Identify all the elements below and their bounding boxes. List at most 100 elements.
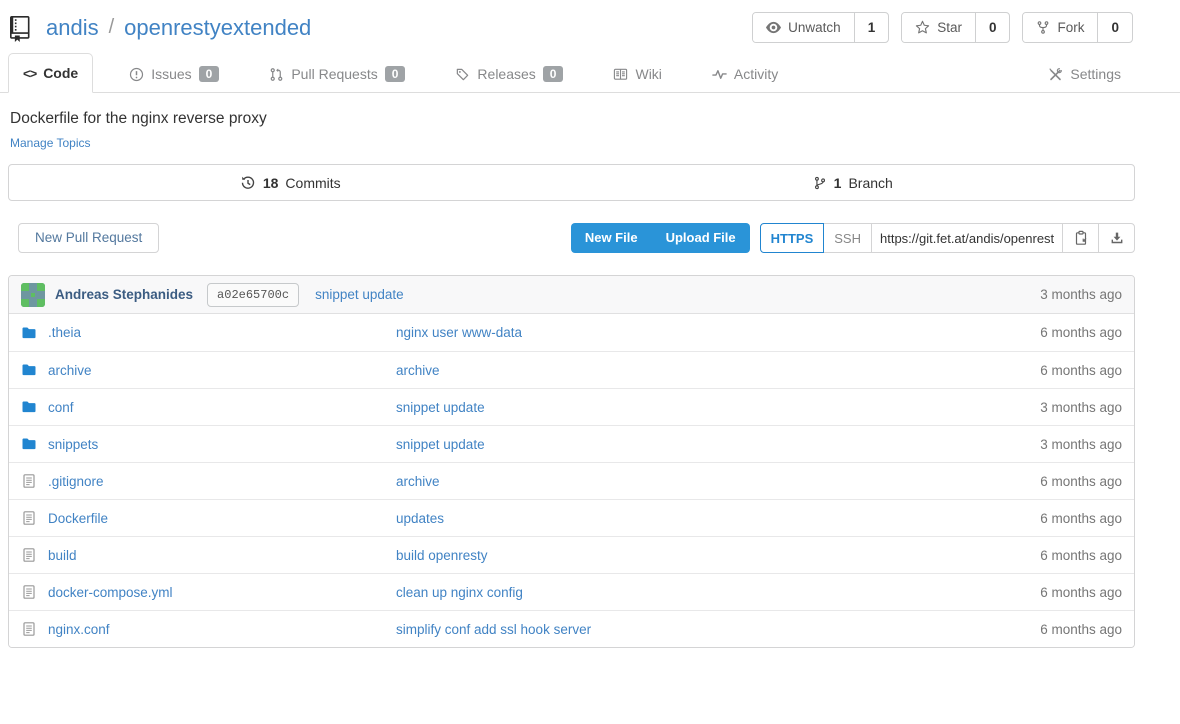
entry-age: 3 months ago [972,437,1122,452]
entry-name[interactable]: build [48,548,77,563]
file-icon [21,621,37,637]
commits-label: Commits [285,175,340,191]
entry-name[interactable]: docker-compose.yml [48,585,173,600]
unwatch-button[interactable]: Unwatch [753,13,854,42]
file-table-body: .theia nginx user www-data 6 months ago … [9,314,1134,647]
https-button[interactable]: HTTPS [760,223,825,253]
table-row: conf snippet update 3 months ago [9,388,1134,425]
tab-code-label: Code [43,65,78,81]
commit-message-link[interactable]: snippet update [315,287,404,302]
star-button[interactable]: Star [902,13,975,42]
entry-age: 3 months ago [972,400,1122,415]
repo-header: andis / openrestyextended Unwatch 1 Star… [8,0,1135,53]
tab-activity[interactable]: Activity [698,55,792,93]
settings-tools-icon [1048,67,1063,82]
entry-message[interactable]: archive [396,474,440,489]
file-icon [21,473,37,489]
repo-title: andis / openrestyextended [10,14,311,42]
forks-count[interactable]: 0 [1097,13,1132,42]
eye-icon [766,20,781,35]
commit-author-link[interactable]: Andreas Stephanides [55,287,193,302]
entry-message[interactable]: updates [396,511,444,526]
upload-file-button[interactable]: Upload File [652,223,750,253]
table-row: docker-compose.yml clean up nginx config… [9,573,1134,610]
entry-age: 6 months ago [972,511,1122,526]
entry-message[interactable]: archive [396,363,440,378]
tab-settings[interactable]: Settings [1034,55,1135,93]
owner-link[interactable]: andis [46,15,99,41]
tab-code[interactable]: <> Code [8,53,93,93]
tab-pull-requests[interactable]: Pull Requests 0 [255,55,419,93]
fork-label: Fork [1057,20,1084,35]
commit-sha-label[interactable]: a02e65700c [207,283,299,307]
file-table: Andreas Stephanides a02e65700c snippet u… [8,275,1135,648]
entry-name[interactable]: snippets [48,437,98,452]
entry-name[interactable]: .theia [48,325,81,340]
file-icon [21,584,37,600]
clone-url-input[interactable] [871,223,1063,253]
stars-count[interactable]: 0 [975,13,1010,42]
entry-message[interactable]: build openresty [396,548,488,563]
ssh-button[interactable]: SSH [823,223,872,253]
new-pull-request-button[interactable]: New Pull Request [18,223,159,253]
folder-icon [21,436,37,452]
entry-age: 6 months ago [972,474,1122,489]
table-row: build build openresty 6 months ago [9,536,1134,573]
copy-url-button[interactable] [1062,223,1099,253]
action-row: New Pull Request New File Upload File HT… [8,223,1135,253]
repo-icon [10,16,36,42]
file-buttons-group: New File Upload File [571,223,750,253]
entry-message[interactable]: clean up nginx config [396,585,523,600]
tab-releases[interactable]: Releases 0 [441,55,577,93]
avatar[interactable] [21,283,45,307]
table-row: archive archive 6 months ago [9,351,1134,388]
entry-message[interactable]: snippet update [396,400,485,415]
download-icon [1109,230,1125,246]
entry-age: 6 months ago [972,585,1122,600]
download-button[interactable] [1098,223,1135,253]
tab-releases-label: Releases [477,66,535,82]
repo-description: Dockerfile for the nginx reverse proxy [8,93,1135,128]
tab-wiki-label: Wiki [635,66,661,82]
tab-pull-requests-label: Pull Requests [291,66,377,82]
repo-actions: Unwatch 1 Star 0 Fork 0 [752,12,1133,43]
path-separator: / [109,16,115,39]
watchers-count[interactable]: 1 [854,13,889,42]
repo-stats-bar: 18 Commits 1 Branch [8,164,1135,201]
star-icon [915,20,930,35]
repo-link[interactable]: openrestyextended [124,15,311,41]
entry-name[interactable]: archive [48,363,92,378]
branch-count: 1 [834,175,842,191]
table-row: nginx.conf simplify conf add ssl hook se… [9,610,1134,647]
activity-pulse-icon [712,67,727,82]
entry-age: 6 months ago [972,325,1122,340]
wiki-book-icon [613,67,628,82]
history-icon [240,175,256,191]
branch-stat[interactable]: 1 Branch [572,165,1135,200]
fork-button[interactable]: Fork [1023,13,1097,42]
entry-age: 6 months ago [972,363,1122,378]
entry-name[interactable]: nginx.conf [48,622,110,637]
entry-name[interactable]: Dockerfile [48,511,108,526]
new-file-button[interactable]: New File [571,223,652,253]
entry-message[interactable]: simplify conf add ssl hook server [396,622,591,637]
folder-icon [21,362,37,378]
tab-wiki[interactable]: Wiki [599,55,675,93]
unwatch-label: Unwatch [788,20,841,35]
entry-message[interactable]: nginx user www-data [396,325,522,340]
file-icon [21,510,37,526]
commits-stat[interactable]: 18 Commits [9,165,572,200]
entry-name[interactable]: .gitignore [48,474,104,489]
commit-age: 3 months ago [1040,287,1122,302]
entry-age: 6 months ago [972,622,1122,637]
entry-message[interactable]: snippet update [396,437,485,452]
fork-icon [1036,20,1050,35]
tab-bar: <> Code Issues 0 Pull Requests 0 Release… [0,53,1180,93]
entry-age: 6 months ago [972,548,1122,563]
folder-icon [21,399,37,415]
issues-count-badge: 0 [199,66,220,82]
branch-label: Branch [848,175,892,191]
manage-topics-link[interactable]: Manage Topics [10,136,91,150]
entry-name[interactable]: conf [48,400,74,415]
tab-issues[interactable]: Issues 0 [115,55,233,93]
